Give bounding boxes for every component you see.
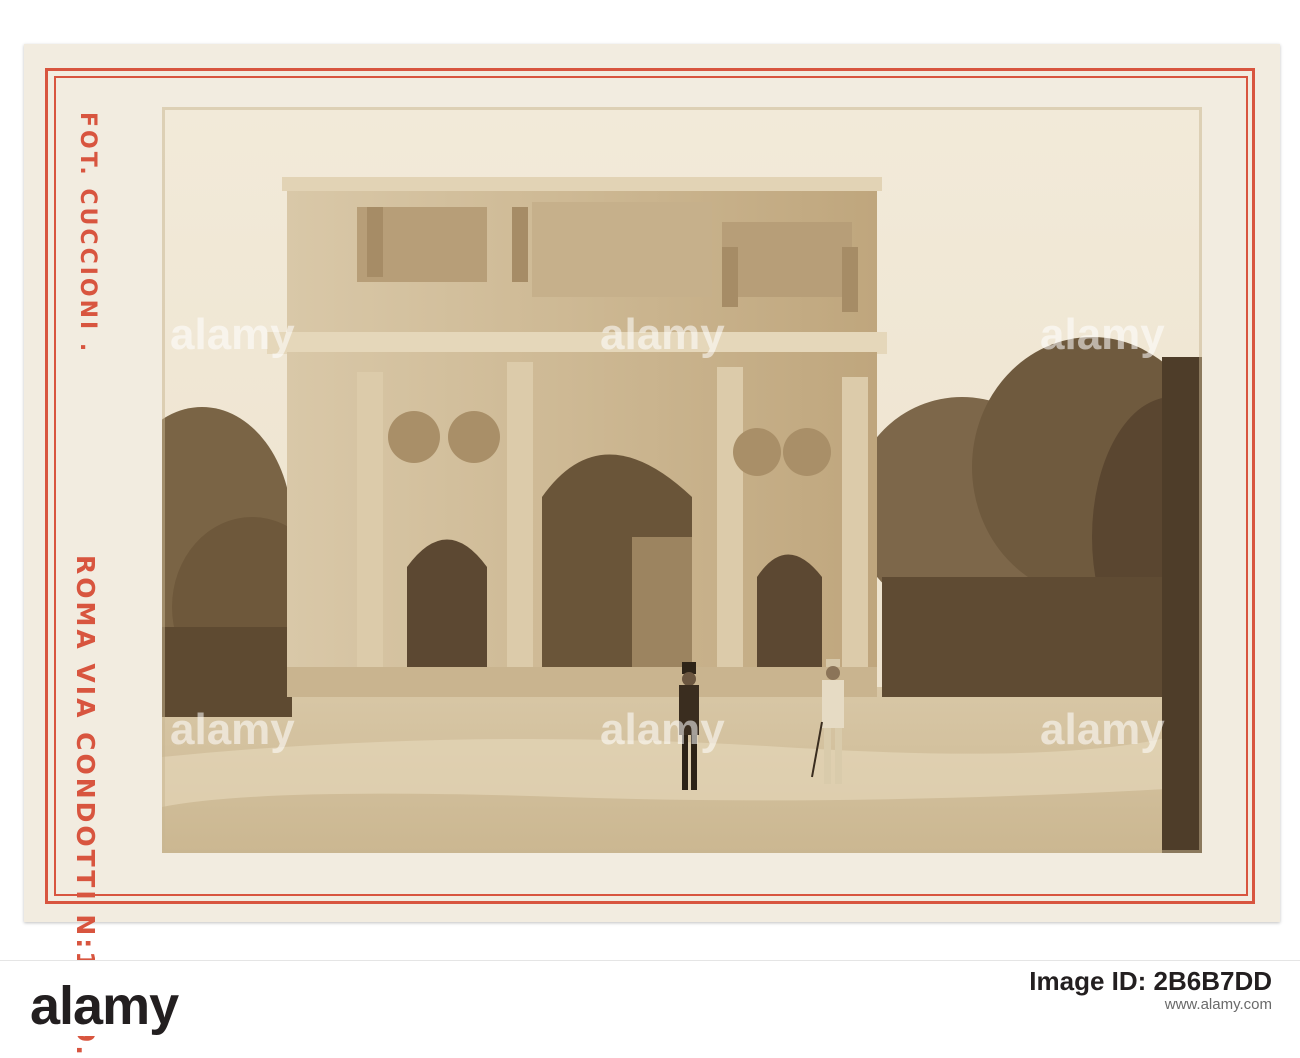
triumphal-arch: [267, 177, 887, 697]
albumen-photograph: [162, 107, 1202, 853]
stock-footer-bar: alamy Image ID: 2B6B7DD www.alamy.com: [0, 960, 1300, 1036]
image-id: Image ID: 2B6B7DD: [1029, 966, 1272, 996]
arch-of-constantine-scene: [162, 107, 1202, 853]
image-metadata: Image ID: 2B6B7DD www.alamy.com: [1029, 966, 1272, 1017]
alamy-logo[interactable]: alamy: [30, 975, 179, 1037]
photographer-imprint: FOT. CUCCIONI .: [75, 112, 100, 355]
site-url[interactable]: www.alamy.com: [1029, 993, 1272, 1017]
